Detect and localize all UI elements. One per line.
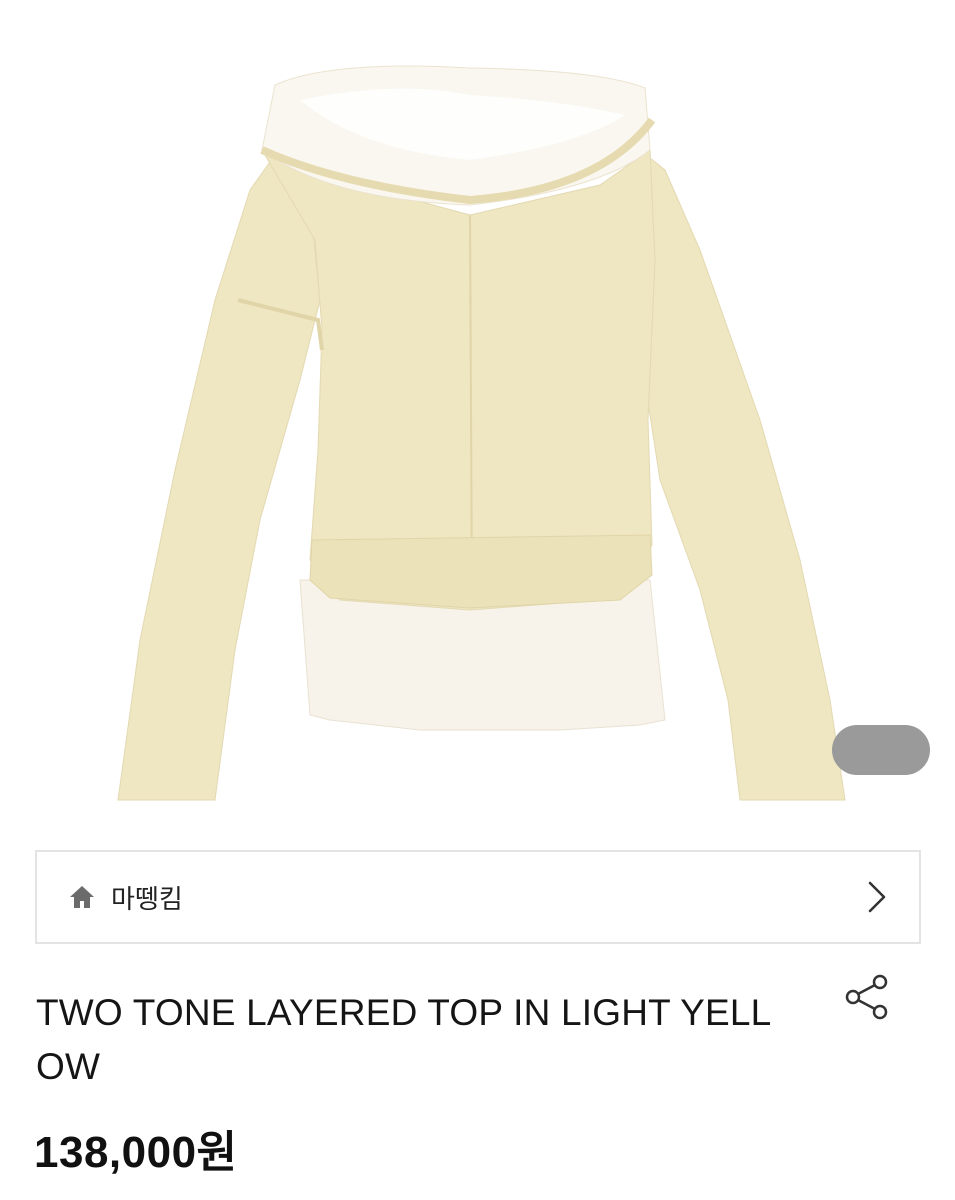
shop-link-bar[interactable]: 마뗑킴 bbox=[35, 850, 921, 944]
product-title: TWO TONE LAYERED TOP IN LIGHT YELLOW bbox=[36, 992, 772, 1087]
shop-name: 마뗑킴 bbox=[111, 884, 183, 915]
product-photo bbox=[117, 65, 846, 801]
product-image-area[interactable] bbox=[0, 0, 955, 820]
share-icon[interactable] bbox=[842, 972, 892, 1022]
home-icon bbox=[67, 882, 97, 912]
product-price: 138,000원 bbox=[34, 1128, 238, 1177]
image-page-indicator[interactable] bbox=[832, 725, 930, 775]
chevron-right-icon bbox=[865, 879, 889, 915]
